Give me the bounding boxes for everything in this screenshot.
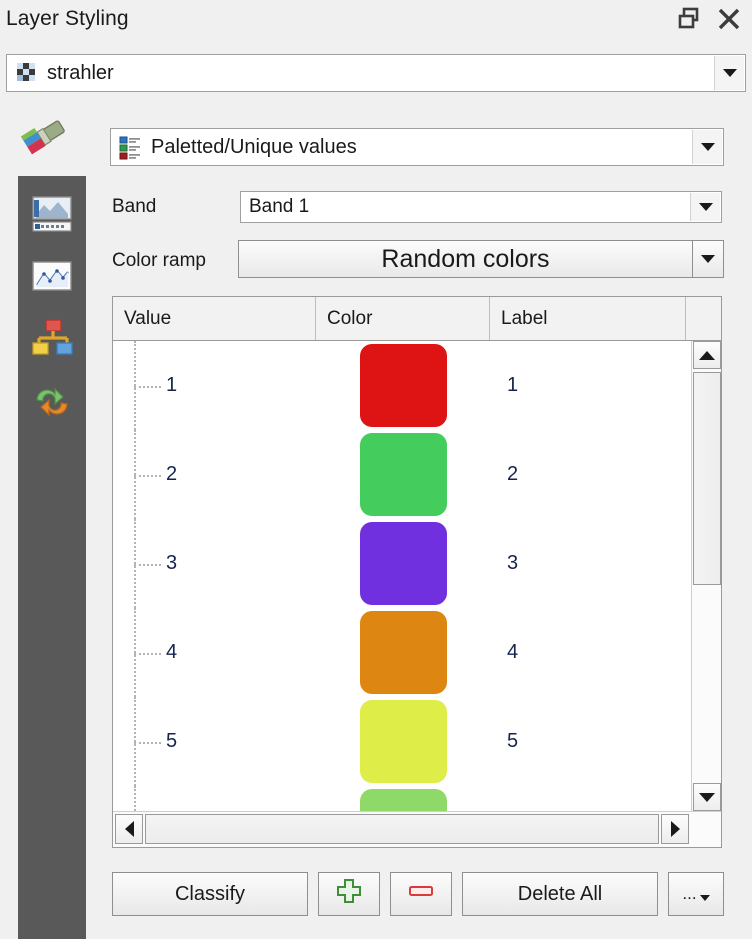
tree-branch-line (134, 652, 161, 655)
paintbrush-icon[interactable] (14, 112, 72, 164)
color-swatch[interactable] (359, 522, 447, 605)
rendering-pyramid-icon (29, 316, 75, 365)
page-title: Layer Styling (6, 7, 129, 30)
color-swatch[interactable] (359, 611, 447, 694)
cell-value[interactable]: 1 (113, 341, 316, 430)
renderer-value-label: Paletted/Unique values (151, 135, 357, 158)
cell-label[interactable]: 4 (490, 608, 686, 697)
column-header-color[interactable]: Color (316, 297, 490, 340)
undo-redo-icon (29, 380, 75, 425)
cell-color[interactable] (316, 519, 490, 608)
plus-icon (335, 877, 363, 911)
cell-label[interactable] (490, 786, 686, 811)
triangle-right-icon[interactable] (661, 814, 689, 844)
horizontal-scrollbar[interactable] (113, 811, 721, 847)
add-entry-button[interactable] (318, 872, 380, 916)
color-ramp-button[interactable]: Random colors (238, 240, 692, 278)
cell-label[interactable]: 5 (490, 697, 686, 786)
sidebar-item-history[interactable] (26, 376, 78, 428)
chevron-down-icon[interactable] (690, 193, 720, 221)
table-row[interactable]: 22 (113, 430, 691, 519)
band-label: Band (112, 196, 157, 217)
tree-branch-line (134, 385, 161, 388)
more-options-button[interactable]: ... (668, 872, 724, 916)
cell-value[interactable]: 3 (113, 519, 316, 608)
column-header-value[interactable]: Value (113, 297, 316, 340)
color-ramp-value-label: Random colors (381, 244, 550, 273)
classify-button[interactable]: Classify (112, 872, 308, 916)
table-row[interactable]: 44 (113, 608, 691, 697)
panel-titlebar: Layer Styling (0, 0, 752, 44)
cell-color[interactable] (316, 608, 490, 697)
vertical-scrollbar[interactable] (691, 341, 721, 811)
cell-value[interactable]: 2 (113, 430, 316, 519)
tree-branch-line (134, 474, 161, 477)
symbology-raster-icon (30, 194, 74, 239)
histogram-icon (30, 259, 74, 298)
color-swatch[interactable] (359, 344, 447, 427)
value-text: 5 (166, 730, 178, 752)
table-row[interactable]: 11 (113, 341, 691, 430)
cell-color[interactable] (316, 786, 490, 811)
value-text: 1 (166, 374, 178, 396)
cell-label[interactable]: 1 (490, 341, 686, 430)
minus-icon (407, 877, 435, 911)
chevron-down-icon[interactable] (692, 240, 724, 278)
float-window-icon[interactable] (672, 2, 706, 36)
raster-layer-icon (15, 61, 39, 85)
value-text: 2 (166, 463, 178, 485)
triangle-up-icon[interactable] (693, 341, 721, 369)
sidebar-item-rendering[interactable] (26, 314, 78, 366)
table-row[interactable]: 55 (113, 697, 691, 786)
horizontal-scrollbar-thumb[interactable] (145, 814, 659, 844)
tree-branch-line (134, 741, 161, 744)
cell-label[interactable]: 3 (490, 519, 686, 608)
cell-color[interactable] (316, 341, 490, 430)
delete-all-button[interactable]: Delete All (462, 872, 658, 916)
chevron-down-icon (699, 895, 710, 901)
style-category-rail (18, 176, 86, 939)
table-header: Value Color Label (113, 297, 721, 341)
cell-label[interactable]: 2 (490, 430, 686, 519)
cell-color[interactable] (316, 430, 490, 519)
chevron-down-icon[interactable] (692, 130, 722, 164)
renderer-selector[interactable]: Paletted/Unique values (110, 128, 724, 166)
value-text: 4 (166, 641, 178, 663)
close-icon[interactable] (712, 2, 746, 36)
triangle-left-icon[interactable] (115, 814, 143, 844)
color-swatch[interactable] (359, 433, 447, 516)
band-selector[interactable]: Band 1 (240, 191, 722, 223)
tree-branch-line (134, 786, 136, 811)
remove-entry-button[interactable] (390, 872, 452, 916)
table-action-buttons: Classify Delete All ... (112, 872, 732, 916)
cell-value[interactable]: 5 (113, 697, 316, 786)
layer-styling-panel: Layer Styling strahler Paletted/Unique v… (0, 0, 752, 939)
table-body: 1122334455 (113, 341, 691, 811)
vertical-scrollbar-thumb[interactable] (693, 372, 721, 585)
cell-color[interactable] (316, 697, 490, 786)
layer-name-label: strahler (47, 61, 114, 84)
cell-value[interactable] (113, 786, 316, 811)
cell-value[interactable]: 4 (113, 608, 316, 697)
layer-selector[interactable]: strahler (6, 54, 746, 92)
triangle-down-icon[interactable] (693, 783, 721, 811)
band-value-label: Band 1 (249, 196, 310, 217)
table-row[interactable] (113, 786, 691, 811)
palette-table: Value Color Label 1122334455 (112, 296, 722, 848)
color-ramp-selector: Random colors (238, 240, 724, 278)
chevron-down-icon[interactable] (714, 56, 744, 90)
sidebar-item-symbology[interactable] (26, 190, 78, 242)
table-row[interactable]: 33 (113, 519, 691, 608)
column-header-label[interactable]: Label (490, 297, 686, 340)
color-ramp-label: Color ramp (112, 250, 206, 271)
value-text: 3 (166, 552, 178, 574)
tree-branch-line (134, 563, 161, 566)
sidebar-item-histogram[interactable] (26, 252, 78, 304)
color-swatch[interactable] (359, 789, 447, 811)
more-options-label: ... (682, 884, 697, 903)
paletted-values-icon (119, 135, 141, 160)
color-swatch[interactable] (359, 700, 447, 783)
